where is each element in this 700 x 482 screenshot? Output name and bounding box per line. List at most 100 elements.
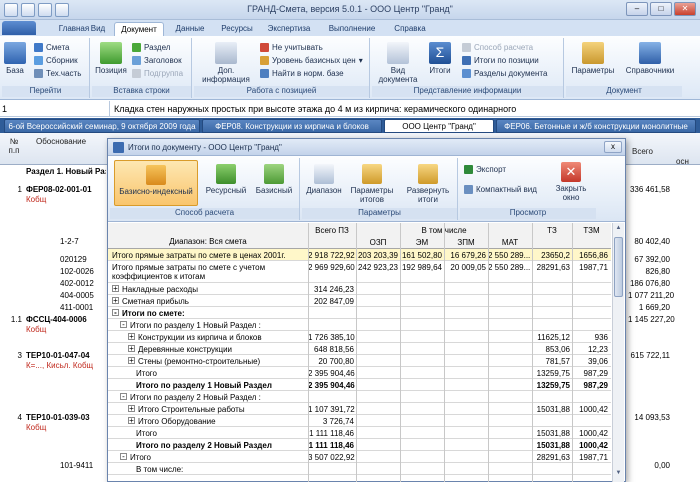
heading-button[interactable]: Заголовок xyxy=(132,55,182,66)
subgroup-button[interactable]: Подгруппа xyxy=(132,68,183,79)
totals-row[interactable]: + Итого Оборудование 3 726,74 xyxy=(108,415,611,427)
doc-tab-seminar[interactable]: 6-ой Всероссийский семинар, 9 октября 20… xyxy=(4,119,200,133)
expand-icon[interactable]: + xyxy=(128,345,135,353)
tab-view[interactable]: Вид xyxy=(86,22,110,36)
document-view-button[interactable]: Вид документа xyxy=(376,42,420,84)
totals-row[interactable]: + Деревянные конструкции 648 818,56 853,06 1… xyxy=(108,343,611,355)
collapse-icon[interactable]: - xyxy=(120,393,127,401)
file-menu-button[interactable] xyxy=(2,21,36,35)
tab-document[interactable]: Документ xyxy=(114,22,164,36)
group-parameters: Диапазон Параметры итогов Развернуть ито… xyxy=(302,158,458,220)
excel-icon xyxy=(464,165,473,174)
totals-row-name: Итого прямые затраты по смете в ценах 20… xyxy=(112,251,286,260)
totals-row[interactable]: + Конструкции из кирпича и блоков 1 726 38… xyxy=(108,331,611,343)
basis-button[interactable]: Базисный xyxy=(252,164,296,195)
totals-button[interactable]: Σ Итоги xyxy=(424,42,456,75)
doc-tab-fer06[interactable]: ФЕР06. Бетонные и ж/б конструкции моноли… xyxy=(496,119,696,133)
range-button[interactable]: Диапазон xyxy=(306,164,342,195)
expand-icon[interactable]: + xyxy=(128,417,135,425)
dialog-close-button[interactable]: x xyxy=(604,141,622,153)
collapse-icon[interactable]: - xyxy=(112,309,119,317)
totals-row[interactable]: Итого прямые затраты по смете с учетом к… xyxy=(108,261,611,283)
section-button[interactable]: Раздел xyxy=(132,42,170,53)
dialog-title: Итоги по документу - ООО Центр "Гранд" xyxy=(128,143,282,152)
tech-part-button[interactable]: Тех.часть xyxy=(34,68,81,79)
expand-icon[interactable]: + xyxy=(128,405,135,413)
totals-row[interactable]: - Итоги по разделу 2 Новый Раздел : xyxy=(108,391,611,403)
references-button[interactable]: Справочники xyxy=(622,42,678,75)
tab-expertise[interactable]: Экспертиза xyxy=(264,22,314,36)
totals-params-button[interactable]: Параметры итогов xyxy=(346,164,398,204)
expand-icon[interactable]: + xyxy=(112,285,119,293)
expand-icon[interactable]: + xyxy=(128,333,135,341)
grid-row-code[interactable]: Раздел 1. Новый Раздел xyxy=(26,167,106,176)
dialog-ribbon: Базисно-индексный Ресурсный Базисный Спо… xyxy=(108,156,625,222)
find-in-base-button[interactable]: Найти в норм. базе xyxy=(260,68,344,79)
tab-execution[interactable]: Выполнение xyxy=(322,22,382,36)
grid-row-code[interactable]: ФЕР08-02-001-01 xyxy=(26,185,106,194)
grid-row-code[interactable]: ТЕР10-01-039-03 xyxy=(26,413,106,422)
collapse-icon[interactable]: - xyxy=(120,453,127,461)
maximize-button[interactable]: □ xyxy=(650,2,672,16)
expand-totals-button[interactable]: Развернуть итоги xyxy=(402,164,454,204)
totals-row[interactable]: + Сметная прибыль 202 847,09 xyxy=(108,295,611,307)
minimize-button[interactable]: – xyxy=(626,2,648,16)
cell-reference[interactable]: 1 xyxy=(0,101,110,117)
magnifier-icon xyxy=(215,42,237,64)
totals-cell-tzm: 1000,42 xyxy=(579,405,608,414)
scroll-down-icon[interactable]: ▼ xyxy=(614,470,623,480)
expand-icon[interactable]: + xyxy=(112,297,119,305)
tab-data[interactable]: Данные xyxy=(170,22,210,36)
totals-row-name: Сметная прибыль xyxy=(122,297,189,306)
scroll-up-icon[interactable]: ▲ xyxy=(614,225,623,235)
totals-row[interactable]: - Итого 3 507 022,92 28291,63 1987,71 xyxy=(108,451,611,463)
base-price-level-button[interactable]: Уровень базисных цен ▾ xyxy=(260,55,363,66)
grid-row-code[interactable]: ФССЦ-404-0006 xyxy=(26,315,106,324)
totals-row-name: Итого по разделу 2 Новый Раздел xyxy=(136,441,272,450)
grid-row-code[interactable]: ТЕР10-01-047-04 xyxy=(26,351,106,360)
tab-help[interactable]: Справка xyxy=(392,22,428,36)
totals-row-name: Итоги по смете: xyxy=(122,309,185,318)
document-sections-button[interactable]: Разделы документа xyxy=(462,68,547,79)
totals-row[interactable]: + Итого Строительные работы 1 107 391,72 15… xyxy=(108,403,611,415)
totals-row[interactable]: В том числе: xyxy=(108,463,611,475)
scrollbar-thumb[interactable] xyxy=(614,237,623,297)
totals-row[interactable]: Итого 1 111 118,46 15031,88 1000,42 xyxy=(108,427,611,439)
collapse-icon[interactable]: - xyxy=(120,321,127,329)
collection-button[interactable]: Сборник xyxy=(34,55,78,66)
compact-view-button[interactable]: Компактный вид xyxy=(464,184,537,195)
doc-tab-fer08[interactable]: ФЕР08. Конструкции из кирпича и блоков xyxy=(202,119,382,133)
totals-row[interactable]: - Итоги по разделу 1 Новый Раздел : xyxy=(108,319,611,331)
totals-row[interactable]: Итого по разделу 2 Новый Раздел 1 111 118… xyxy=(108,439,611,451)
position-totals-button[interactable]: Итоги по позиции xyxy=(462,55,539,66)
totals-row[interactable]: - Итоги по смете: xyxy=(108,307,611,319)
totals-row[interactable]: + Стены (ремонтно-строительные) 20 700,80 7… xyxy=(108,355,611,367)
totals-row[interactable]: + Накладные расходы 314 246,23 xyxy=(108,283,611,295)
expand-icon[interactable]: + xyxy=(128,357,135,365)
close-dialog-button[interactable]: ✕ Закрыть окно xyxy=(550,162,592,202)
totals-row[interactable]: Итого 2 395 904,46 13259,75 987,29 xyxy=(108,367,611,379)
totals-cell-vsego: 20 700,80 xyxy=(318,357,354,366)
parameters-button[interactable]: Параметры xyxy=(568,42,618,75)
calc-method-button[interactable]: Способ расчета xyxy=(462,42,533,53)
ignore-button[interactable]: Не учитывать xyxy=(260,42,323,53)
tab-resources[interactable]: Ресурсы xyxy=(216,22,258,36)
expand-totals-icon xyxy=(418,164,438,184)
basis-index-button[interactable]: Базисно-индексный xyxy=(114,160,198,206)
doc-tab-center-grand[interactable]: ООО Центр "Гранд" xyxy=(384,119,494,133)
export-button[interactable]: Экспорт xyxy=(464,164,506,175)
position-button[interactable]: Позиция xyxy=(94,42,128,75)
close-window-button[interactable]: ✕ xyxy=(674,2,696,16)
estimate-icon xyxy=(34,43,43,52)
totals-row-name: Итого xyxy=(136,369,157,378)
estimate-button[interactable]: Смета xyxy=(34,42,69,53)
formula-value[interactable]: Кладка стен наружных простых при высоте … xyxy=(114,104,516,114)
extra-info-button[interactable]: Доп. информация xyxy=(196,42,256,84)
totals-scrollbar[interactable]: ▲ ▼ xyxy=(612,223,624,482)
resource-button[interactable]: Ресурсный xyxy=(202,164,250,195)
totals-row[interactable]: Итого прямые затраты по смете в ценах 20… xyxy=(108,249,611,261)
totals-row[interactable]: Итого по разделу 1 Новый Раздел 2 395 904… xyxy=(108,379,611,391)
totals-cell-tz: 853,06 xyxy=(545,345,570,354)
base-button[interactable]: База xyxy=(4,42,26,75)
window-title: ГРАНД-Смета, версия 5.0.1 - ООО Центр "Г… xyxy=(247,4,453,14)
